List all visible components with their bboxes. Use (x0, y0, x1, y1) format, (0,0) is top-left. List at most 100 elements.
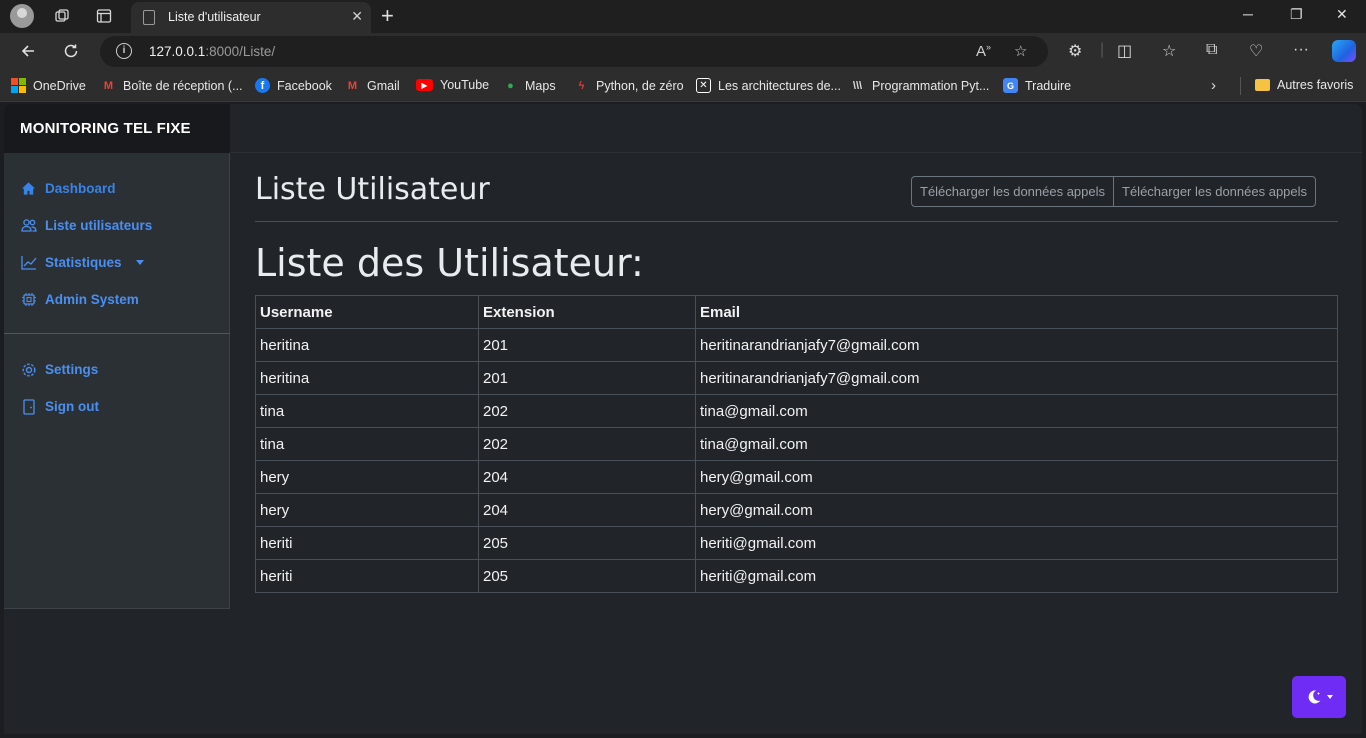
more-menu-icon[interactable]: ··· (1293, 41, 1309, 59)
cell-username: hery (255, 460, 479, 494)
copilot-icon[interactable] (1332, 40, 1356, 62)
table-row: heritina 201 heritinarandrianjafy7@gmail.c… (255, 361, 1338, 395)
bookmark-label: Maps (525, 78, 556, 93)
minimize-button[interactable]: ─ (1243, 6, 1253, 22)
web-page: MONITORING TEL FIXE Dashboard Liste util… (4, 104, 1362, 734)
maps-icon: ● (507, 79, 514, 92)
brand-bar: MONITORING TEL FIXE (4, 104, 230, 153)
sidebar-item-label: Admin System (45, 292, 139, 307)
table-row: heriti 205 heriti@gmail.com (255, 526, 1338, 560)
maximize-button[interactable]: ❐ (1290, 6, 1303, 23)
bookmark-label: Python, de zéro (596, 78, 684, 93)
sidebar-item-admin-system[interactable]: Admin System (20, 291, 139, 308)
sidebar-item-statistiques[interactable]: Statistiques (20, 254, 144, 271)
url-bar[interactable]: i 127.0.0.1:8000/Liste/ A» ☆ (100, 36, 1048, 67)
close-window-button[interactable]: ✕ (1336, 6, 1348, 23)
tab-actions-icon[interactable] (92, 5, 116, 27)
cell-extension: 205 (478, 559, 696, 593)
browser-tab-active[interactable]: Liste d'utilisateur ✕ (131, 2, 371, 33)
bookmark-architectures[interactable]: ✕ Les architectures de... (696, 78, 841, 93)
cell-username: heriti (255, 526, 479, 560)
python-icon: ϟ (578, 79, 585, 92)
cell-email: heritinarandrianjafy7@gmail.com (695, 328, 1338, 362)
new-tab-button[interactable]: + (381, 3, 394, 29)
sidebar-item-sign-out[interactable]: Sign out (20, 398, 99, 415)
sidebar-item-dashboard[interactable]: Dashboard (20, 180, 116, 197)
bookmark-youtube[interactable]: ▶ YouTube (416, 78, 489, 92)
chevron-right-icon[interactable]: › (1211, 77, 1216, 94)
sidebar-divider (4, 333, 230, 334)
collections-icon[interactable]: ⧉ (1206, 41, 1217, 59)
sidebar-item-label: Statistiques (45, 255, 122, 270)
download-button-group: Télécharger les données appels Télécharg… (911, 176, 1317, 207)
bookmark-python[interactable]: ϟ Python, de zéro (574, 78, 684, 93)
prog-icon: \\\ (852, 79, 863, 92)
extensions-icon[interactable]: ⚙ (1068, 41, 1082, 61)
sidebar-item-label: Settings (45, 362, 99, 377)
bookmark-onedrive[interactable]: OneDrive (11, 78, 86, 93)
folder-icon (1255, 79, 1270, 91)
sidebar-item-users[interactable]: Liste utilisateurs (20, 217, 152, 234)
cell-username: heritina (255, 328, 479, 362)
profile-avatar[interactable] (10, 4, 34, 28)
cell-email: hery@gmail.com (695, 460, 1338, 494)
performance-icon[interactable]: ♡ (1249, 41, 1263, 61)
back-button[interactable] (14, 39, 42, 63)
chart-line-icon (20, 254, 37, 271)
url-host: 127.0.0.1 (149, 44, 206, 59)
column-header-extension: Extension (478, 295, 696, 329)
cell-extension: 205 (478, 526, 696, 560)
table-row: heritina 201 heritinarandrianjafy7@gmail.c… (255, 328, 1338, 362)
cell-extension: 202 (478, 394, 696, 428)
bookmark-inbox[interactable]: M Boîte de réception (... (101, 78, 243, 93)
gear-icon (20, 361, 37, 378)
cell-username: tina (255, 394, 479, 428)
cell-email: heritinarandrianjafy7@gmail.com (695, 361, 1338, 395)
site-info-icon[interactable]: i (116, 43, 132, 59)
cell-username: hery (255, 493, 479, 527)
theme-toggle-button[interactable] (1292, 676, 1346, 718)
download-calls-button-2[interactable]: Télécharger les données appels (1113, 177, 1315, 206)
bookmark-label: OneDrive (33, 78, 86, 93)
cell-username: heriti (255, 559, 479, 593)
arch-icon: ✕ (696, 78, 711, 93)
users-table: Username Extension Email heritina 201 heri… (255, 295, 1338, 593)
bookmark-label: Traduire (1025, 78, 1072, 93)
table-row: heriti 205 heriti@gmail.com (255, 559, 1338, 593)
brand-title[interactable]: MONITORING TEL FIXE (20, 120, 191, 137)
table-row: hery 204 hery@gmail.com (255, 460, 1338, 494)
tab-close-icon[interactable]: ✕ (351, 8, 363, 25)
toolbar-divider: | (1100, 41, 1105, 58)
cell-email: heriti@gmail.com (695, 559, 1338, 593)
cell-username: heritina (255, 361, 479, 395)
url-text[interactable]: 127.0.0.1:8000/Liste/ (149, 44, 275, 59)
bookmark-other-favorites[interactable]: Autres favoris (1255, 78, 1353, 92)
cell-extension: 201 (478, 361, 696, 395)
bookmark-gmail[interactable]: M Gmail (345, 78, 400, 93)
refresh-button[interactable] (57, 39, 85, 63)
tab-title: Liste d'utilisateur (168, 10, 261, 24)
bookmark-traduire[interactable]: G Traduire (1003, 78, 1071, 93)
bookmark-label: Programmation Pyt... (872, 78, 990, 93)
caret-down-icon (135, 260, 144, 265)
gmail-icon: M (103, 79, 114, 92)
sidebar: Dashboard Liste utilisateurs Statistique… (4, 153, 230, 609)
cell-email: tina@gmail.com (695, 394, 1338, 428)
bookmark-label: Les architectures de... (718, 78, 841, 93)
read-aloud-icon[interactable]: A» (976, 42, 991, 60)
windows-icon (11, 78, 26, 93)
favorites-icon[interactable]: ☆ (1162, 41, 1176, 61)
favorite-star-icon[interactable]: ☆ (1014, 42, 1027, 60)
sidebar-item-settings[interactable]: Settings (20, 361, 98, 378)
workspaces-icon[interactable] (50, 5, 74, 27)
bookmark-programmation[interactable]: \\\ Programmation Pyt... (850, 78, 990, 93)
bookmark-label: YouTube (440, 78, 490, 92)
bookmark-facebook[interactable]: f Facebook (255, 78, 332, 93)
bookmark-label: Boîte de réception (... (123, 78, 243, 93)
top-navbar (230, 104, 1362, 153)
download-calls-button[interactable]: Télécharger les données appels (912, 177, 1113, 206)
bookmark-maps[interactable]: ● Maps (503, 78, 556, 93)
cell-email: heriti@gmail.com (695, 526, 1338, 560)
split-screen-icon[interactable]: ◫ (1117, 41, 1132, 61)
column-header-email: Email (695, 295, 1338, 329)
